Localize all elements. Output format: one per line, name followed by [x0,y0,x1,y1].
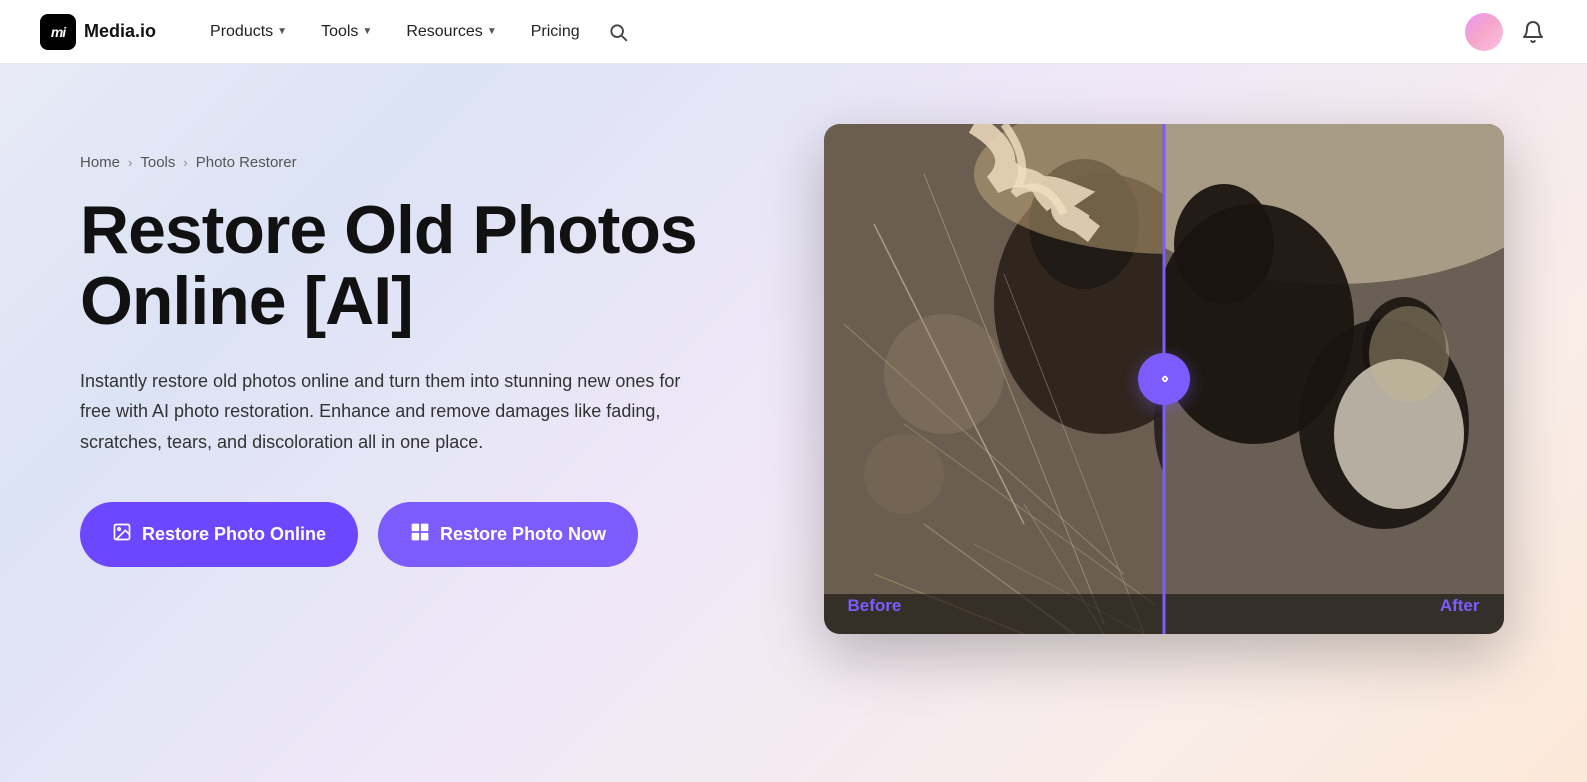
breadcrumb-current: Photo Restorer [196,154,297,171]
nav-right [1465,13,1547,51]
logo-text: Media.io [84,21,156,42]
tools-chevron-icon: ▼ [362,26,372,37]
restore-now-button[interactable]: Restore Photo Now [378,502,638,567]
hero-title: Restore Old Photos Online [AI] [80,195,780,338]
restore-online-icon [112,522,132,547]
navbar: mi Media.io Products ▼ Tools ▼ Resources… [0,0,1587,64]
hero-description: Instantly restore old photos online and … [80,366,700,458]
breadcrumb-sep-1: › [128,155,132,170]
resources-chevron-icon: ▼ [487,26,497,37]
after-label: After [1440,596,1480,616]
restore-online-button[interactable]: Restore Photo Online [80,502,358,567]
nav-item-products[interactable]: Products ▼ [196,15,301,49]
nav-item-pricing[interactable]: Pricing [517,15,594,49]
user-avatar[interactable] [1465,13,1503,51]
nav-links: Products ▼ Tools ▼ Resources ▼ Pricing [196,14,1465,50]
compare-handle[interactable]: ‹› [1138,353,1190,405]
hero-buttons: Restore Photo Online Restore Photo Now [80,502,780,567]
hero-section: Home › Tools › Photo Restorer Restore Ol… [0,64,1587,782]
hero-right: ‹› Before After [780,124,1507,634]
nav-item-tools[interactable]: Tools ▼ [307,15,386,49]
logo-link[interactable]: mi Media.io [40,14,156,50]
windows-icon [410,522,430,547]
notification-bell-icon[interactable] [1519,18,1547,46]
breadcrumb-home[interactable]: Home [80,154,120,171]
logo-icon: mi [40,14,76,50]
breadcrumb: Home › Tools › Photo Restorer [80,154,780,171]
breadcrumb-sep-2: › [183,155,187,170]
hero-left: Home › Tools › Photo Restorer Restore Ol… [80,124,780,567]
products-chevron-icon: ▼ [277,26,287,37]
nav-item-resources[interactable]: Resources ▼ [392,15,510,49]
compare-container: ‹› Before After [824,124,1504,634]
search-button[interactable] [600,14,636,50]
compare-handle-icon: ‹› [1161,370,1166,388]
breadcrumb-tools[interactable]: Tools [140,154,175,171]
before-label: Before [848,596,902,616]
